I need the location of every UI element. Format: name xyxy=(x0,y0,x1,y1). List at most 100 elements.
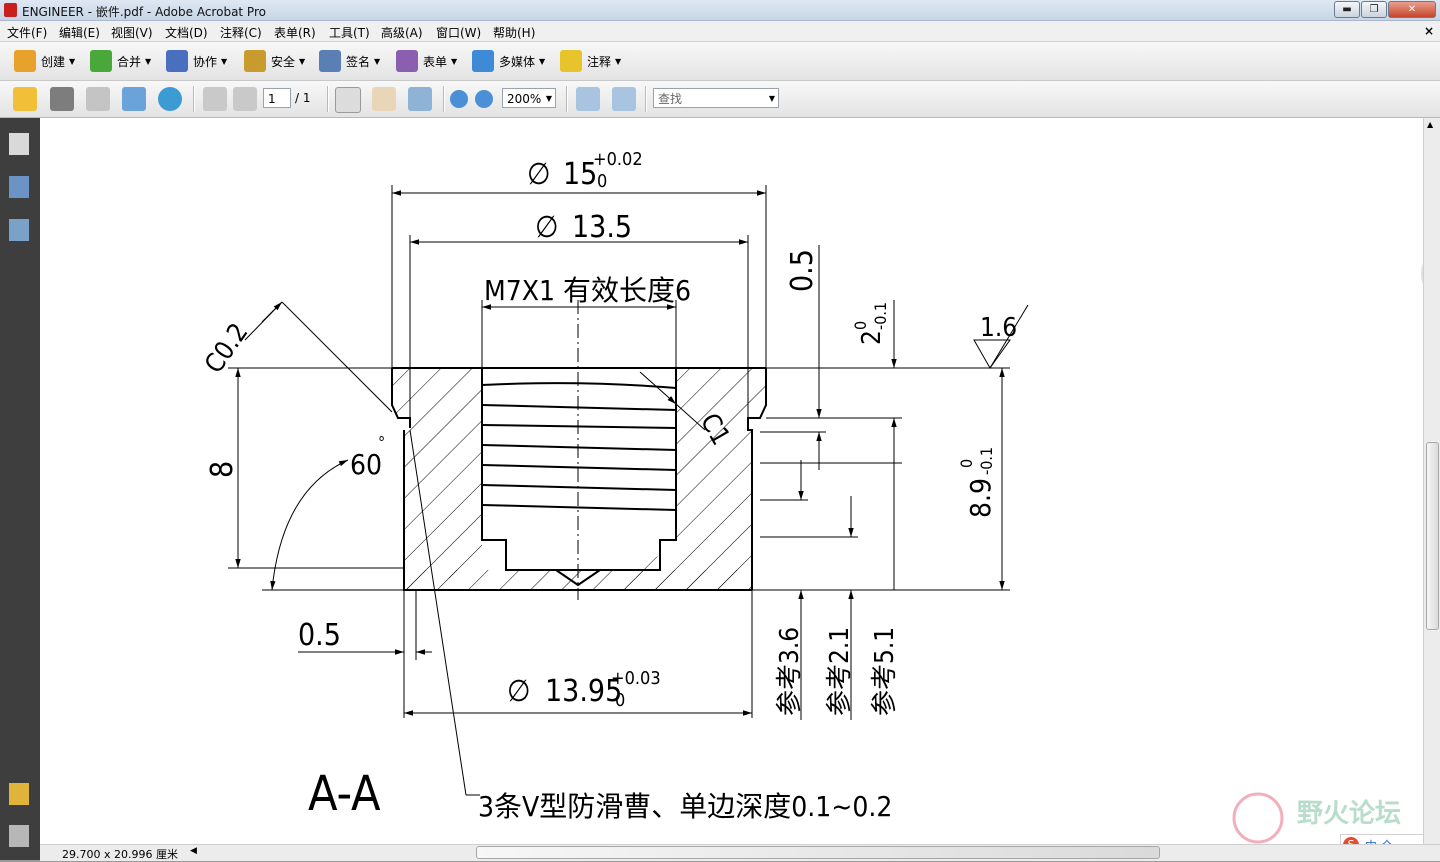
roughness-value: 1.6 xyxy=(980,313,1017,343)
thread-spec: M7X1 有效长度6 xyxy=(484,274,691,307)
fit-page-icon[interactable] xyxy=(576,87,600,111)
navigation-pane xyxy=(0,118,40,860)
menu-tools[interactable]: 工具(T) xyxy=(329,24,370,41)
title-bar: ENGINEER - 嵌件.pdf - Adobe Acrobat Pro ▬ … xyxy=(0,0,1440,21)
menu-file[interactable]: 文件(F) xyxy=(7,24,47,41)
restore-button[interactable]: ❐ xyxy=(1361,1,1387,18)
diameter-symbol: ∅ xyxy=(527,157,551,192)
dim-dia15-tol-lower: 0 xyxy=(597,171,607,192)
bookmarks-icon[interactable] xyxy=(9,176,29,198)
dim-8-9-tol-upper: 0 xyxy=(957,459,976,468)
secure-label: 安全 xyxy=(271,54,296,69)
scroll-left-icon[interactable]: ◀ xyxy=(190,846,197,856)
ref-3-6: 参考3.6 xyxy=(775,627,805,716)
angle-60: 60 xyxy=(350,448,382,481)
previous-page-icon[interactable] xyxy=(203,87,227,111)
section-label: A-A xyxy=(308,766,381,822)
hand-tool-icon[interactable] xyxy=(372,87,396,111)
groove-note: 3条V型防滑曹、单边深度0.1~0.2 xyxy=(478,790,892,823)
pages-icon[interactable] xyxy=(9,133,29,155)
email-icon[interactable] xyxy=(122,87,146,111)
dim-2: 2 xyxy=(857,330,887,345)
combine-icon xyxy=(90,50,112,72)
combine-button[interactable]: 合并 ▼ xyxy=(90,48,151,74)
vertical-scrollbar[interactable]: ▲ xyxy=(1423,118,1440,844)
watermark-logo-icon xyxy=(1232,792,1284,844)
dim-8-9-tol-lower: -0.1 xyxy=(977,447,996,475)
tasks-toolbar: 创建 ▼ 合并 ▼ 协作 ▼ 安全 ▼ 签名 ▼ 表单 ▼ 多媒体 ▼ 注释 ▼ xyxy=(0,42,1440,81)
doc-close-button[interactable]: × xyxy=(1424,24,1434,38)
ref-5-1: 参考5.1 xyxy=(870,627,900,716)
menu-edit[interactable]: 编辑(E) xyxy=(59,24,100,41)
ref-2-1: 参考2.1 xyxy=(825,627,855,716)
page-total: / 1 xyxy=(295,91,311,105)
menu-advanced[interactable]: 高级(A) xyxy=(381,24,423,41)
page-number-input[interactable]: 1 xyxy=(263,88,291,108)
collaborate-label: 协作 xyxy=(193,54,218,69)
comments-icon[interactable] xyxy=(9,783,29,805)
forms-label: 表单 xyxy=(423,54,448,69)
dim-dia13-95-tol-lower: 0 xyxy=(615,690,625,711)
window-title: ENGINEER - 嵌件.pdf - Adobe Acrobat Pro xyxy=(22,5,266,19)
zoom-in-icon[interactable] xyxy=(475,90,493,108)
multimedia-button[interactable]: 多媒体 ▼ xyxy=(472,48,545,74)
diameter-symbol: ∅ xyxy=(535,210,559,245)
full-screen-icon[interactable] xyxy=(612,87,636,111)
vertical-scroll-thumb[interactable] xyxy=(1426,442,1439,630)
dim-8: 8 xyxy=(205,461,240,478)
zoom-value: 200% xyxy=(507,92,542,106)
dim-dia13-5: 13.5 xyxy=(572,210,632,245)
engineering-drawing: ∅ 15 +0.02 0 ∅ 13.5 M7X1 有效长度6 0.5 2 0 -… xyxy=(199,149,1401,844)
open-folder-icon[interactable] xyxy=(13,87,37,111)
comment-icon xyxy=(560,50,582,72)
comment-button[interactable]: 注释 ▼ xyxy=(560,48,621,74)
menu-comments[interactable]: 注释(C) xyxy=(220,24,262,41)
save-icon[interactable] xyxy=(86,87,110,111)
dim-dia15-tol-upper: +0.02 xyxy=(593,149,643,170)
marquee-zoom-icon[interactable] xyxy=(408,87,432,111)
menu-document[interactable]: 文档(D) xyxy=(165,24,208,41)
close-button[interactable]: ✕ xyxy=(1388,1,1436,18)
sign-button[interactable]: 签名 ▼ xyxy=(319,48,380,74)
dim-0-5-top: 0.5 xyxy=(785,249,820,292)
menu-window[interactable]: 窗口(W) xyxy=(436,24,481,41)
globe-upload-icon[interactable] xyxy=(158,87,182,111)
combine-label: 合并 xyxy=(117,54,142,69)
menu-view[interactable]: 视图(V) xyxy=(111,24,153,41)
create-label: 创建 xyxy=(41,54,66,69)
zoom-select[interactable]: 200% ▼ xyxy=(502,88,556,108)
menu-bar: 文件(F) 编辑(E) 视图(V) 文档(D) 注释(C) 表单(R) 工具(T… xyxy=(0,21,1440,42)
pen-icon xyxy=(319,50,341,72)
zoom-out-icon[interactable] xyxy=(450,90,468,108)
menu-help[interactable]: 帮助(H) xyxy=(493,24,535,41)
diameter-symbol: ∅ xyxy=(507,674,531,709)
watermark-text: 野火论坛 xyxy=(1297,799,1401,829)
acrobat-app-icon xyxy=(4,3,17,17)
comment-label: 注释 xyxy=(587,54,612,69)
next-page-icon[interactable] xyxy=(233,87,257,111)
signatures-icon[interactable] xyxy=(9,219,29,241)
print-icon[interactable] xyxy=(50,87,74,111)
create-icon xyxy=(14,50,36,72)
collaborate-button[interactable]: 协作 ▼ xyxy=(166,48,227,74)
chevron-down-icon: ▼ xyxy=(545,94,552,103)
dim-2-tol-lower: -0.1 xyxy=(871,302,890,330)
dim-0-5-left: 0.5 xyxy=(298,618,341,653)
select-tool-icon[interactable] xyxy=(335,87,361,113)
document-view[interactable]: ∅ 15 +0.02 0 ∅ 13.5 M7X1 有效长度6 0.5 2 0 -… xyxy=(40,118,1423,844)
horizontal-scroll-thumb[interactable] xyxy=(476,846,1160,859)
forms-button[interactable]: 表单 ▼ xyxy=(396,48,457,74)
secure-button[interactable]: 安全 ▼ xyxy=(244,48,305,74)
status-bar: 29.700 x 20.996 厘米 ◀ xyxy=(40,844,1440,861)
sign-label: 签名 xyxy=(346,54,371,69)
scroll-up-icon[interactable]: ▲ xyxy=(1427,120,1433,129)
attachments-icon[interactable] xyxy=(9,825,29,847)
minimize-button[interactable]: ▬ xyxy=(1334,1,1360,18)
chevron-down-icon: ▼ xyxy=(768,94,775,103)
collaborate-icon xyxy=(166,50,188,72)
create-button[interactable]: 创建 ▼ xyxy=(14,48,75,74)
dim-2-tol-upper: 0 xyxy=(851,321,870,330)
navigation-toolbar: 1 / 1 200% ▼ 查找 ▼ xyxy=(0,81,1440,118)
search-input[interactable]: 查找 ▼ xyxy=(653,88,779,108)
menu-forms[interactable]: 表单(R) xyxy=(274,24,316,41)
